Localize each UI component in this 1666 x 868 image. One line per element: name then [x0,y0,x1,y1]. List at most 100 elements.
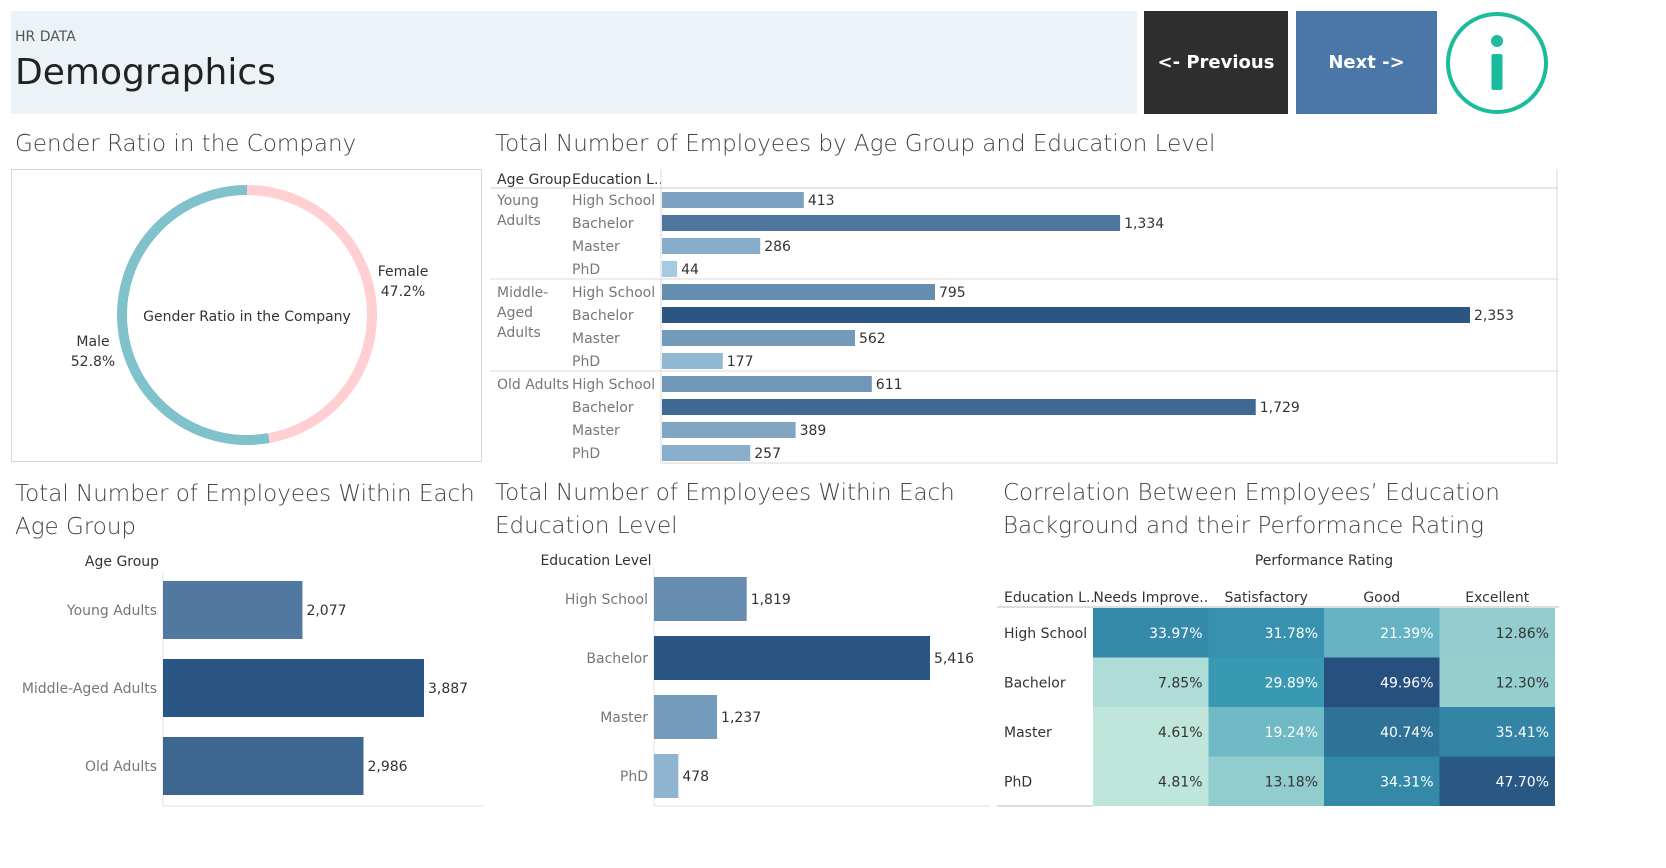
heatmap-title-line-1: Correlation Between Employees’ Education [1003,480,1500,506]
heatmap-cell-value: 12.86% [1496,626,1549,642]
education-row-label: Bachelor [572,308,634,324]
next-button[interactable]: Next -> [1296,11,1437,114]
bar-old-adults-master [662,422,796,438]
previous-button[interactable]: <- Previous [1144,11,1288,114]
heatmap-cell-value: 34.31% [1380,774,1433,790]
bar-middle-aged-adults-master [662,330,855,346]
bar-young-adults-phd [662,261,678,277]
age-group-label-young-adults: Young Adults [66,603,157,619]
heatmap-chart-title: Correlation Between Employees’ Education… [1003,477,1500,543]
education-bar-chart: Education Level High School 1,819 Bachelor… [540,553,990,807]
education-label-master: Master [600,710,648,726]
heatmap-cell-value: 35.41% [1496,725,1549,741]
heatmap-cell-value: 47.70% [1496,774,1549,790]
age-group-value-young-adults: 2,077 [306,603,346,619]
gender-chart-title: Gender Ratio in the Company [15,131,357,157]
bar-value-label: 1,729 [1260,400,1300,416]
age-group-title-line-2: Age Group [15,514,137,540]
age-group-col-header: Age Group [497,172,571,188]
performance-rating-header: Performance Rating [1255,553,1393,569]
heatmap-row-label-master: Master [1004,725,1052,741]
age-group-chart-title: Total Number of Employees Within Each Ag… [15,478,475,544]
performance-heatmap: Performance Rating Education L.. Needs I… [997,553,1559,807]
education-row-label: PhD [572,354,600,370]
gender-center-label: Gender Ratio in the Company [143,309,351,325]
age-group-label-middle-aged-adults: Middle-Aged Adults [22,681,157,697]
education-header: Education Level [540,553,651,569]
heatmap-row-label-phd: PhD [1004,774,1032,790]
age-edu-bar-chart: Age Group Education L.. Young Adults High … [490,169,1558,464]
heatmap-cell-value: 7.85% [1158,675,1202,691]
info-icon[interactable] [1445,11,1549,115]
heatmap-cell-value: 29.89% [1265,675,1318,691]
heatmap-cell-value: 13.18% [1265,774,1318,790]
heatmap-row-label-bachelor: Bachelor [1004,675,1066,691]
heatmap-cell-value: 33.97% [1149,626,1202,642]
age-edu-chart-title: Total Number of Employees by Age Group a… [495,131,1216,157]
education-row-label: PhD [572,262,600,278]
bar-value-label: 177 [727,354,754,370]
bar-old-adults-phd [662,445,751,461]
age-group-value-middle-aged-adults: 3,887 [428,681,468,697]
bar-value-label: 562 [859,331,886,347]
age-group-label-old-adults: Old Adults [497,377,569,393]
heatmap-cell-value: 31.78% [1265,626,1318,642]
bar-young-adults-high-school [662,192,804,208]
education-row-label: Bachelor [572,400,634,416]
male-percent: 52.8% [71,354,115,370]
age-group-bar-old-adults [163,737,364,795]
age-group-bar-chart: Age Group Young Adults 2,077 Middle-Aged A… [22,554,484,807]
education-value-high-school: 1,819 [751,592,791,608]
education-bar-phd [654,754,679,798]
bar-value-label: 257 [754,446,781,462]
education-label-phd: PhD [620,769,648,785]
education-title-line-2: Education Level [495,513,678,539]
bar-young-adults-bachelor [662,215,1121,231]
education-value-bachelor: 5,416 [934,651,974,667]
education-bar-high-school [654,577,747,621]
heatmap-col-header-excellent: Excellent [1465,590,1529,606]
page-title: Demographics [15,52,276,93]
education-row-label: High School [572,285,655,301]
education-row-label: Bachelor [572,216,634,232]
bar-old-adults-high-school [662,376,872,392]
heatmap-cell-value: 49.96% [1380,675,1433,691]
heatmap-cell-value: 21.39% [1380,626,1433,642]
heatmap-cell-value: 12.30% [1496,675,1549,691]
education-row-label: Master [572,331,620,347]
education-chart-title: Total Number of Employees Within Each Ed… [495,477,955,543]
bar-middle-aged-adults-high-school [662,284,935,300]
heatmap-title-line-2: Background and their Performance Rating [1003,513,1484,539]
education-row-label: Master [572,423,620,439]
heatmap-cell-value: 4.61% [1158,725,1202,741]
age-group-bar-middle-aged-adults [163,659,424,717]
education-label-bachelor: Bachelor [586,651,648,667]
education-bar-bachelor [654,636,930,680]
bar-value-label: 413 [808,193,835,209]
info-icon-dot [1491,35,1503,47]
age-group-label-middle-aged-adults: Aged [497,305,533,321]
bar-middle-aged-adults-phd [662,353,723,369]
education-value-master: 1,237 [721,710,761,726]
bar-value-label: 795 [939,285,966,301]
bar-value-label: 2,353 [1474,308,1514,324]
age-group-label-old-adults: Old Adults [85,759,157,775]
male-label: Male [76,334,109,350]
heatmap-cell-value: 4.81% [1158,774,1202,790]
age-group-bar-young-adults [163,581,303,639]
education-row-label: PhD [572,446,600,462]
education-row-label: High School [572,377,655,393]
bar-young-adults-master [662,238,761,254]
heatmap-row-label-high-school: High School [1004,626,1087,642]
education-row-label: Master [572,239,620,255]
age-group-label-middle-aged-adults: Middle- [497,285,548,301]
education-col-header: Education L.. [572,172,663,188]
age-group-title-line-1: Total Number of Employees Within Each [15,481,475,507]
heatmap-col-header-satisfactory: Satisfactory [1225,590,1308,606]
female-percent: 47.2% [381,284,425,300]
bar-value-label: 389 [800,423,827,439]
female-label: Female [378,264,429,280]
bar-old-adults-bachelor [662,399,1256,415]
heatmap-cell-value: 40.74% [1380,725,1433,741]
gender-donut-chart: Gender Ratio in the Company Female 47.2%… [71,185,429,445]
